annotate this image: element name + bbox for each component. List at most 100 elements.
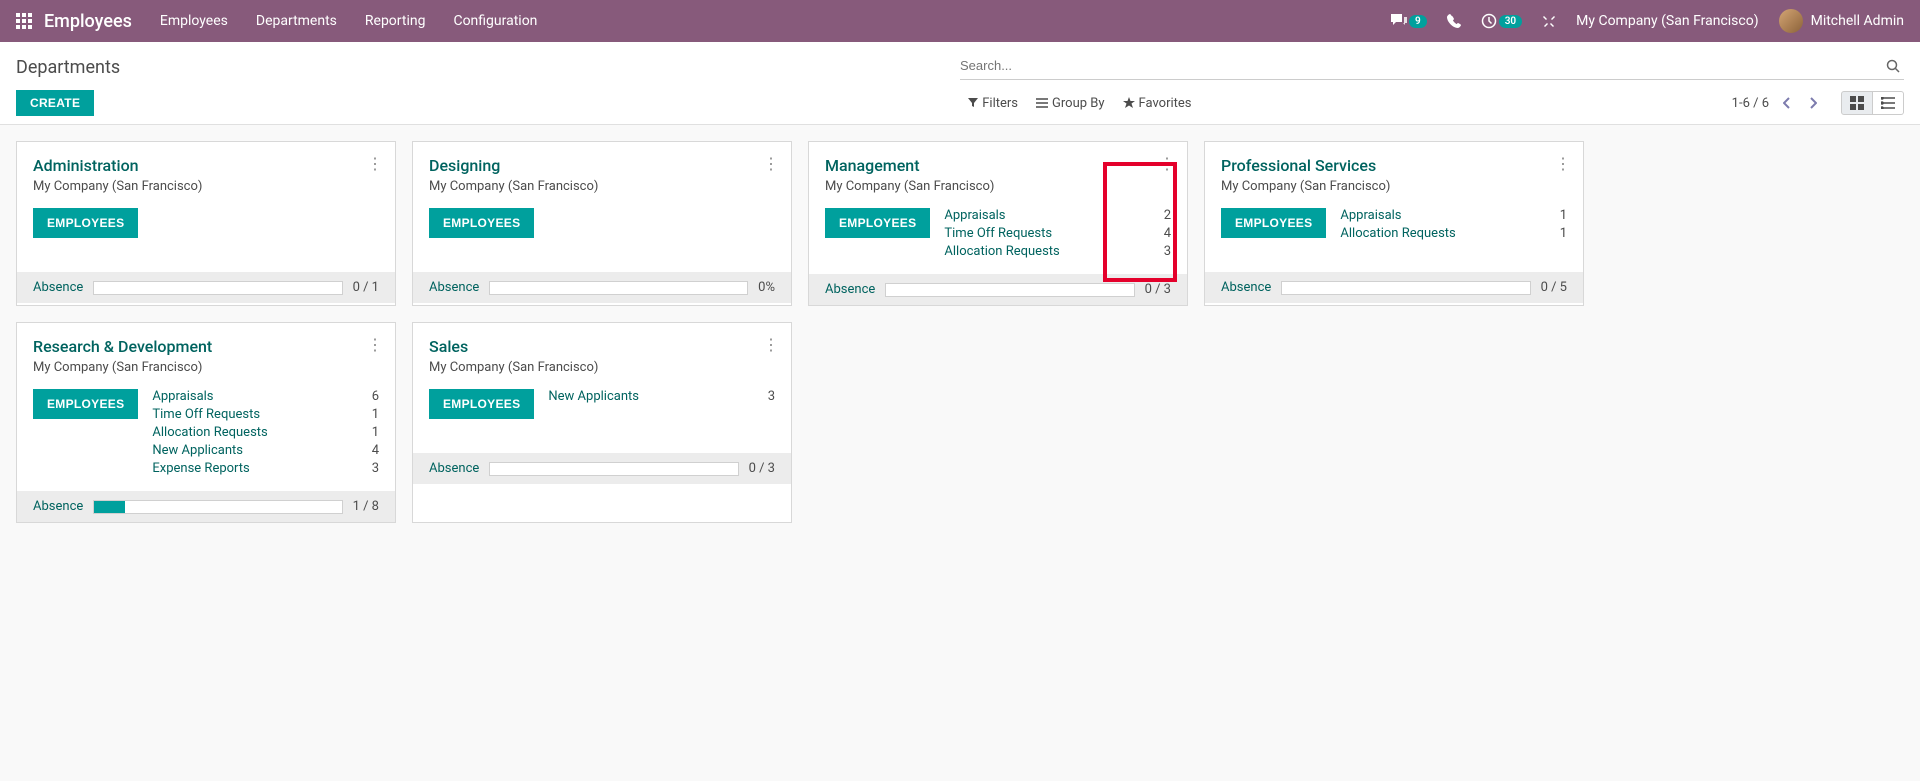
apps-icon[interactable] xyxy=(16,13,32,29)
absence-value: 0% xyxy=(758,280,775,295)
card-menu-icon[interactable]: ⋮ xyxy=(1555,154,1571,173)
employees-button[interactable]: EMPLOYEES xyxy=(825,208,930,238)
filters-button[interactable]: Filters xyxy=(968,96,1018,111)
stat-value: 3 xyxy=(768,389,775,404)
stat-value: 3 xyxy=(372,461,379,476)
stat-link[interactable]: Time Off Requests xyxy=(944,226,1052,241)
absence-progress xyxy=(489,462,738,476)
stat-link[interactable]: Time Off Requests xyxy=(152,407,260,422)
stat-value: 6 xyxy=(372,389,379,404)
stat-link[interactable]: Allocation Requests xyxy=(1340,226,1455,241)
department-title[interactable]: Research & Development xyxy=(33,337,379,356)
favorites-button[interactable]: Favorites xyxy=(1123,96,1192,111)
messages-badge: 9 xyxy=(1409,15,1427,28)
nav-reporting[interactable]: Reporting xyxy=(365,13,426,29)
user-name: Mitchell Admin xyxy=(1811,13,1904,29)
phone-icon[interactable] xyxy=(1447,14,1461,28)
stats-list: Appraisals 6 Time Off Requests 1 Allocation … xyxy=(152,389,379,479)
absence-value: 0 / 1 xyxy=(353,280,379,295)
filters-label: Filters xyxy=(982,96,1018,111)
stat-link[interactable]: Appraisals xyxy=(944,208,1005,223)
stat-link[interactable]: Appraisals xyxy=(1340,208,1401,223)
department-card: ⋮Administration My Company (San Francisco… xyxy=(16,141,396,306)
pager-prev[interactable] xyxy=(1779,93,1795,113)
absence-progress xyxy=(885,283,1134,297)
kanban-view: ⋮AdministrationMy Company (San Francisco… xyxy=(0,125,1920,539)
stat-value: 1 xyxy=(1560,208,1567,223)
absence-link[interactable]: Absence xyxy=(33,499,83,514)
nav-configuration[interactable]: Configuration xyxy=(453,13,537,29)
department-title[interactable]: Designing xyxy=(429,156,775,175)
groupby-button[interactable]: Group By xyxy=(1036,96,1105,111)
list-view-button[interactable] xyxy=(1873,91,1904,115)
department-card: ⋮Research & DevelopmentMy Company (San F… xyxy=(16,322,396,523)
card-menu-icon[interactable]: ⋮ xyxy=(367,154,383,173)
department-title[interactable]: Professional Services xyxy=(1221,156,1567,175)
absence-value: 1 / 8 xyxy=(353,499,379,514)
stat-value: 3 xyxy=(1164,244,1171,259)
search-input[interactable] xyxy=(960,54,1882,77)
stat-link[interactable]: Allocation Requests xyxy=(944,244,1059,259)
stat-value: 4 xyxy=(1164,226,1171,241)
control-panel: Departments CREATE Filters Group By Favo… xyxy=(0,42,1920,125)
department-company: My Company (San Francisco) xyxy=(1221,179,1567,194)
department-card: ⋮Sales My Company (San Francisco) EMPLOYEE… xyxy=(412,322,792,523)
department-company: My Company (San Francisco) xyxy=(825,179,1171,194)
stat-link[interactable]: Allocation Requests xyxy=(152,425,267,440)
absence-value: 0 / 5 xyxy=(1541,280,1567,295)
card-menu-icon[interactable]: ⋮ xyxy=(763,154,779,173)
department-title[interactable]: Management xyxy=(825,156,1171,175)
nav-departments[interactable]: Departments xyxy=(256,13,337,29)
stat-value: 1 xyxy=(1560,226,1567,241)
nav-menu: Employees Departments Reporting Configur… xyxy=(160,13,538,29)
stat-link[interactable]: Appraisals xyxy=(152,389,213,404)
user-menu[interactable]: Mitchell Admin xyxy=(1779,9,1904,33)
stat-value: 1 xyxy=(372,407,379,422)
department-company: My Company (San Francisco) xyxy=(429,360,775,375)
absence-link[interactable]: Absence xyxy=(825,282,875,297)
search-icon[interactable] xyxy=(1882,59,1904,73)
department-company: My Company (San Francisco) xyxy=(33,179,379,194)
stat-value: 1 xyxy=(372,425,379,440)
employees-button[interactable]: EMPLOYEES xyxy=(1221,208,1326,238)
create-button[interactable]: CREATE xyxy=(16,90,94,116)
card-menu-icon[interactable]: ⋮ xyxy=(367,335,383,354)
absence-link[interactable]: Absence xyxy=(429,280,479,295)
company-selector[interactable]: My Company (San Francisco) xyxy=(1576,13,1758,29)
nav-employees[interactable]: Employees xyxy=(160,13,228,29)
department-title[interactable]: Administration xyxy=(33,156,379,175)
department-card: ⋮Management My Company (San Francisco) EMP… xyxy=(808,141,1188,306)
employees-button[interactable]: EMPLOYEES xyxy=(429,389,534,419)
tools-icon[interactable] xyxy=(1542,14,1556,28)
department-company: My Company (San Francisco) xyxy=(429,179,775,194)
view-switcher xyxy=(1841,91,1904,115)
topbar-right: 9 30 My Company (San Francisco) Mitchell… xyxy=(1391,9,1904,33)
stats-list: New Applicants 3 xyxy=(548,389,775,407)
absence-value: 0 / 3 xyxy=(749,461,775,476)
absence-link[interactable]: Absence xyxy=(33,280,83,295)
favorites-label: Favorites xyxy=(1139,96,1192,111)
breadcrumb: Departments xyxy=(16,57,120,78)
absence-progress xyxy=(489,281,748,295)
messages-icon[interactable]: 9 xyxy=(1391,14,1427,28)
stat-link[interactable]: New Applicants xyxy=(152,443,243,458)
employees-button[interactable]: EMPLOYEES xyxy=(33,389,138,419)
absence-link[interactable]: Absence xyxy=(429,461,479,476)
employees-button[interactable]: EMPLOYEES xyxy=(33,208,138,238)
card-menu-icon[interactable]: ⋮ xyxy=(1159,154,1175,173)
stat-link[interactable]: Expense Reports xyxy=(152,461,249,476)
absence-value: 0 / 3 xyxy=(1145,282,1171,297)
stats-list: Appraisals 2 Time Off Requests 4 Allocation … xyxy=(944,208,1171,262)
absence-link[interactable]: Absence xyxy=(1221,280,1271,295)
stat-value: 2 xyxy=(1164,208,1171,223)
department-title[interactable]: Sales xyxy=(429,337,775,356)
card-menu-icon[interactable]: ⋮ xyxy=(763,335,779,354)
stat-link[interactable]: New Applicants xyxy=(548,389,639,404)
app-title[interactable]: Employees xyxy=(44,11,132,32)
pager-next[interactable] xyxy=(1805,93,1821,113)
employees-button[interactable]: EMPLOYEES xyxy=(429,208,534,238)
kanban-view-button[interactable] xyxy=(1841,91,1873,115)
clock-icon[interactable]: 30 xyxy=(1481,13,1522,29)
stat-value: 4 xyxy=(372,443,379,458)
absence-progress xyxy=(1281,281,1530,295)
